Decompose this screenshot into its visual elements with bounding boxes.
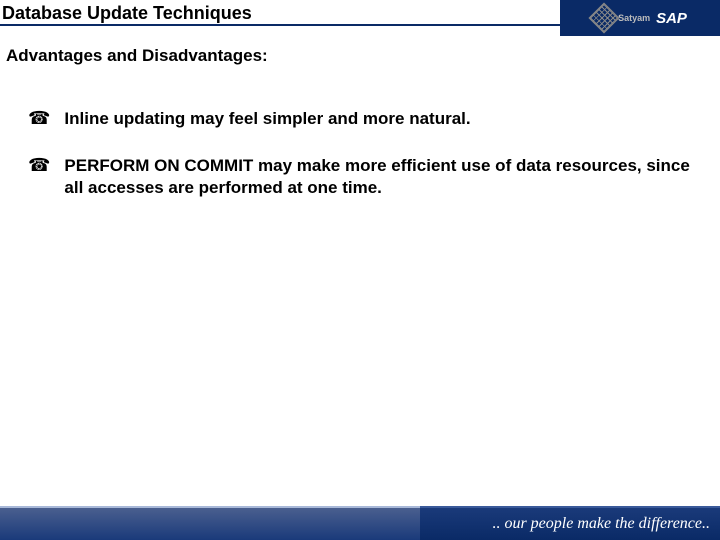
sap-text: SAP xyxy=(656,10,687,27)
slide-footer: .. our people make the difference.. xyxy=(0,506,720,540)
logo-zone: Satyam SAP xyxy=(560,0,720,36)
footer-bar-left xyxy=(0,506,420,540)
footer-tagline: .. our people make the difference.. xyxy=(420,506,720,540)
list-item: ☎ PERFORM ON COMMIT may make more effici… xyxy=(28,155,692,198)
title-block: Database Update Techniques xyxy=(0,0,560,36)
bullet-text: Inline updating may feel simpler and mor… xyxy=(64,108,470,129)
bullet-text: PERFORM ON COMMIT may make more efficien… xyxy=(64,155,692,198)
slide-subtitle: Advantages and Disadvantages: xyxy=(0,36,720,66)
phone-icon: ☎ xyxy=(28,108,50,128)
title-underline xyxy=(0,26,560,36)
diamond-icon xyxy=(589,2,620,33)
content-area: ☎ Inline updating may feel simpler and m… xyxy=(0,66,720,198)
list-item: ☎ Inline updating may feel simpler and m… xyxy=(28,108,692,129)
slide-header: Database Update Techniques Satyam SAP xyxy=(0,0,720,36)
phone-icon: ☎ xyxy=(28,155,50,175)
satyam-text: Satyam xyxy=(618,13,650,23)
satyam-logo: Satyam xyxy=(593,7,650,29)
slide-title: Database Update Techniques xyxy=(0,0,560,26)
